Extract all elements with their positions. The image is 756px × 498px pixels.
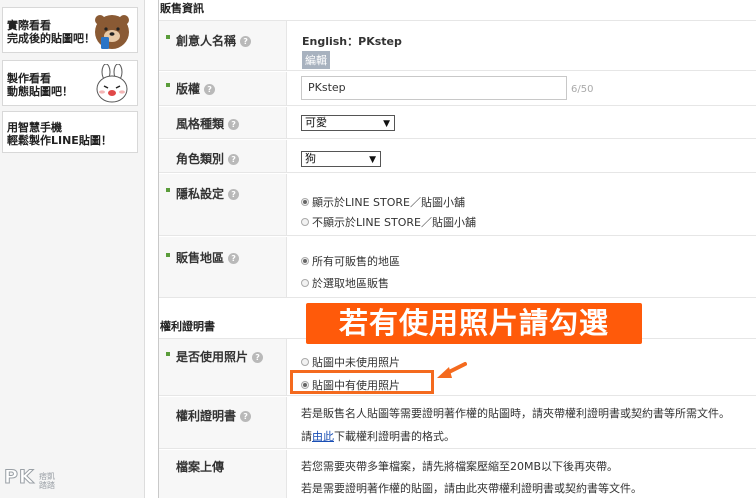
promo-banner-preview[interactable]: 實際看看 完成後的貼圖吧！: [2, 7, 138, 53]
region-option-selected[interactable]: 於選取地區販售: [301, 275, 389, 291]
upload-note: 若是需要證明著作權的貼圖，請由此夾帶權利證明書或契約書等文件。: [301, 482, 642, 495]
annotation-highlight-box: [290, 370, 434, 394]
creator-label: 創意人名稱?: [176, 32, 252, 49]
privacy-option-hide[interactable]: 不顯示於LINE STORE／貼圖小舖: [301, 214, 476, 230]
creator-value: English：PKstep: [302, 35, 402, 48]
character-select[interactable]: 狗 ▼: [301, 151, 381, 167]
help-icon[interactable]: ?: [252, 352, 264, 363]
edit-button[interactable]: 編輯: [302, 51, 330, 69]
help-icon[interactable]: ?: [240, 36, 252, 47]
brown-bear-sticker-icon: [95, 15, 129, 49]
row-style: 風格種類? 可愛 ▼: [159, 107, 756, 139]
row-creator: 創意人名稱? English：PKstep 編輯: [159, 20, 756, 71]
radio-selected-icon: [301, 198, 309, 206]
annotation-arrow-icon: [437, 362, 467, 378]
help-icon[interactable]: ?: [240, 411, 252, 422]
row-copyright: 版權? PKstep 6/50: [159, 72, 756, 106]
row-certificate: 權利證明書? 若是販售名人貼圖等需要證明著作權的貼圖時，請夾帶權利證明書或契約書…: [159, 397, 756, 449]
certificate-label: 權利證明書?: [176, 407, 252, 424]
upload-label: 檔案上傳: [176, 460, 225, 474]
radio-selected-icon: [301, 257, 309, 265]
required-bullet: [166, 188, 170, 192]
style-select[interactable]: 可愛 ▼: [301, 115, 395, 131]
radio-icon: [301, 279, 309, 287]
row-character: 角色類別? 狗 ▼: [159, 140, 756, 173]
download-link[interactable]: 由此: [312, 430, 334, 443]
promo-text: 製作看看 動態貼圖吧！: [7, 72, 73, 98]
annotation-callout: 若有使用照片請勾選: [306, 303, 642, 344]
help-icon[interactable]: ?: [228, 154, 240, 165]
character-label: 角色類別?: [176, 150, 240, 167]
row-region: 販售地區? 所有可販售的地區 於選取地區販售: [159, 237, 756, 298]
certificate-desc: 若是販售名人貼圖等需要證明著作權的貼圖時，請夾帶權利證明書或契約書等所需文件。: [301, 407, 730, 420]
dropdown-arrow-icon: ▼: [383, 119, 390, 129]
radio-icon: [301, 218, 309, 226]
watermark-subtext: 痞凱 踏踏: [39, 472, 55, 490]
uses-photo-label: 是否使用照片?: [176, 348, 264, 365]
region-label: 販售地區?: [176, 249, 240, 266]
sticker-form: 販售資訊 創意人名稱? English：PKstep 編輯 版權? PKstep…: [158, 0, 756, 498]
style-label: 風格種類?: [176, 115, 240, 132]
upload-desc: 若您需要夾帶多筆檔案，請先將檔案壓縮至20MB以下後再夾帶。: [301, 460, 619, 473]
watermark-logo: PK: [4, 466, 35, 489]
region-option-all[interactable]: 所有可販售的地區: [301, 253, 400, 269]
photo-option-no[interactable]: 貼圖中未使用照片: [301, 354, 400, 370]
rabbit-sticker-icon: [96, 64, 128, 103]
sidebar: 實際看看 完成後的貼圖吧！ 製作看看 動態貼圖吧！ 用智慧手機 輕鬆製作LINE…: [0, 0, 145, 498]
promo-banner-animated[interactable]: 製作看看 動態貼圖吧！: [2, 60, 138, 106]
privacy-label: 隱私設定?: [176, 185, 240, 202]
help-icon[interactable]: ?: [204, 84, 216, 95]
help-icon[interactable]: ?: [228, 119, 240, 130]
char-counter: 6/50: [571, 84, 594, 95]
required-bullet: [166, 35, 170, 39]
required-bullet: [166, 253, 170, 257]
dropdown-arrow-icon: ▼: [369, 155, 376, 165]
help-icon[interactable]: ?: [228, 189, 240, 200]
promo-banner-smartphone[interactable]: 用智慧手機 輕鬆製作LINE貼圖！: [2, 111, 138, 153]
copyright-input[interactable]: PKstep: [301, 76, 567, 100]
copyright-label: 版權?: [176, 80, 216, 97]
radio-icon: [301, 358, 309, 366]
help-icon[interactable]: ?: [228, 253, 240, 264]
required-bullet: [166, 83, 170, 87]
row-upload: 檔案上傳 若您需要夾帶多筆檔案，請先將檔案壓縮至20MB以下後再夾帶。 若是需要…: [159, 450, 756, 498]
row-privacy: 隱私設定? 顯示於LINE STORE／貼圖小舖 不顯示於LINE STORE／…: [159, 174, 756, 236]
certificate-download-note: 請由此下載權利證明書的格式。: [301, 430, 455, 443]
required-bullet: [166, 352, 170, 356]
section-title-rights: 權利證明書: [160, 320, 215, 333]
section-title-sales: 販售資訊: [160, 2, 204, 15]
promo-text: 用智慧手機 輕鬆製作LINE貼圖！: [7, 121, 112, 147]
privacy-option-show[interactable]: 顯示於LINE STORE／貼圖小舖: [301, 194, 465, 210]
promo-text: 實際看看 完成後的貼圖吧！: [7, 19, 95, 45]
